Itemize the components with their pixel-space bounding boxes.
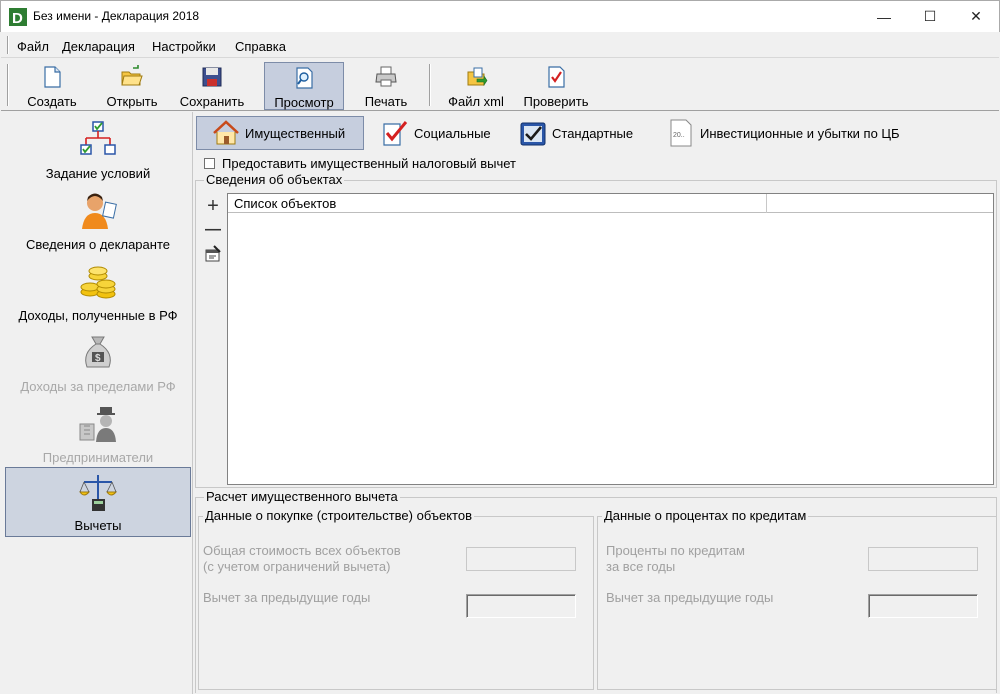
minimize-button[interactable]: — [861, 1, 907, 32]
money-bag-icon: $ [85, 336, 111, 368]
businessman-icon [79, 407, 116, 442]
interest-group-title: Данные о процентах по кредитам [602, 508, 809, 524]
interest-prev-years-label: Вычет за предыдущие годы [606, 590, 774, 605]
interest-prev-years-input[interactable] [868, 594, 978, 618]
scales-calculator-icon [79, 475, 118, 511]
sidebar-item-income-abroad-label: Доходы за пределами РФ [20, 379, 176, 394]
print-label: Печать [364, 94, 408, 109]
maximize-button[interactable]: ☐ [907, 1, 953, 32]
open-button[interactable]: Открыть [98, 62, 166, 110]
toolbar-grip [7, 64, 9, 106]
sidebar-item-conditions[interactable]: Задание условий [5, 116, 191, 186]
xml-file-button[interactable]: Файл xml [442, 62, 510, 110]
create-label: Создать [27, 94, 77, 109]
menu-bar: Файл Декларация Настройки Справка [1, 32, 999, 58]
tab-social-label: Социальные [414, 125, 491, 141]
menu-file[interactable]: Файл [17, 39, 49, 54]
title-bar: D Без имени - Декларация 2018 — ☐ ✕ [0, 0, 1000, 32]
save-label: Сохранить [179, 94, 245, 109]
interest-input[interactable] [868, 547, 978, 571]
property-deduction-checkbox[interactable] [204, 157, 215, 169]
objects-group-title: Сведения об объектах [204, 172, 345, 188]
sidebar-item-income-abroad[interactable]: $ Доходы за пределами РФ [5, 329, 191, 399]
interest-label-line1: Проценты по кредитам [606, 543, 745, 558]
sidebar-item-entrepreneurs[interactable]: Предприниматели [5, 400, 191, 470]
total-cost-label-line1: Общая стоимость всех объектов [203, 543, 401, 558]
securities-document-icon: 20.. [670, 119, 692, 147]
coins-icon [80, 266, 116, 299]
sidebar-item-declarant[interactable]: Сведения о декларанте [5, 187, 191, 257]
sidebar-item-income-rf-label: Доходы, полученные в РФ [18, 308, 178, 323]
xml-file-label: Файл xml [448, 94, 504, 109]
tab-investment[interactable]: 20.. Инвестиционные и убытки по ЦБ [666, 116, 900, 150]
total-cost-label-line2: (с учетом ограничений вычета) [203, 559, 391, 574]
svg-text:20..: 20.. [673, 132, 685, 139]
window-title: Без имени - Декларация 2018 [33, 9, 200, 23]
objects-list[interactable]: Список объектов [227, 193, 994, 485]
tab-standard[interactable]: Стандартные [518, 116, 633, 150]
person-icon [82, 193, 117, 229]
sidebar-item-deductions-label: Вычеты [74, 518, 122, 533]
objects-list-column-header[interactable]: Список объектов [228, 194, 767, 213]
property-deduction-checkbox-row[interactable]: Предоставить имущественный налоговый выч… [204, 155, 516, 171]
edit-icon [205, 245, 221, 262]
checkmark-icon [383, 121, 408, 146]
toolbar-separator [429, 64, 431, 106]
menu-settings[interactable]: Настройки [152, 39, 216, 54]
toolbar: Создать Открыть Сохранить Просмотр Печат… [1, 59, 999, 111]
tab-investment-label: Инвестиционные и убытки по ЦБ [700, 125, 900, 141]
purchase-prev-years-input[interactable] [466, 594, 576, 618]
floppy-disk-icon [202, 67, 222, 87]
sidebar-item-entrepreneurs-label: Предприниматели [42, 450, 154, 465]
remove-object-button[interactable]: — [202, 219, 224, 241]
close-button[interactable]: ✕ [953, 1, 999, 32]
create-button[interactable]: Создать [18, 62, 86, 110]
calc-group-title: Расчет имущественного вычета [204, 489, 400, 505]
preview-button[interactable]: Просмотр [264, 62, 344, 110]
edit-object-button[interactable] [202, 245, 224, 267]
conditions-tree-icon [80, 121, 116, 155]
menu-grip [7, 36, 9, 54]
check-label: Проверить [523, 94, 589, 109]
purchase-prev-years-label: Вычет за предыдущие годы [203, 590, 371, 605]
tab-property-label: Имущественный [245, 125, 346, 141]
objects-list-header: Список объектов [228, 194, 993, 213]
save-button[interactable]: Сохранить [176, 62, 248, 110]
xml-file-icon [467, 67, 488, 86]
sidebar-item-declarant-label: Сведения о декларанте [26, 237, 170, 252]
menu-help[interactable]: Справка [235, 39, 286, 54]
menu-declaration[interactable]: Декларация [62, 39, 135, 54]
print-button[interactable]: Печать [354, 62, 418, 110]
sidebar-item-income-rf[interactable]: Доходы, полученные в РФ [5, 258, 191, 328]
open-folder-icon [121, 65, 143, 86]
tab-standard-label: Стандартные [552, 125, 634, 141]
svg-text:D: D [12, 10, 23, 26]
check-button[interactable]: Проверить [518, 62, 594, 110]
new-document-icon [44, 66, 61, 88]
add-object-button[interactable]: + [202, 195, 224, 217]
sidebar-item-conditions-label: Задание условий [45, 166, 151, 181]
app-logo-icon: D [9, 8, 27, 26]
deduction-tabs: Имущественный Социальные Стандартные 20.… [194, 113, 1000, 151]
open-label: Открыть [106, 94, 158, 109]
total-cost-input[interactable] [466, 547, 576, 571]
purchase-group-title: Данные о покупке (строительстве) объекто… [203, 508, 474, 524]
standard-check-icon [520, 122, 546, 146]
interest-label-line2: за все годы [606, 559, 676, 574]
sidebar: Задание условий Сведения о декларанте До… [1, 112, 193, 694]
preview-magnifier-icon [296, 67, 313, 89]
tab-property[interactable]: Имущественный [196, 116, 364, 150]
property-deduction-checkbox-label: Предоставить имущественный налоговый выч… [222, 155, 516, 171]
house-icon [213, 120, 239, 145]
tab-social[interactable]: Социальные [380, 116, 491, 150]
check-document-icon [548, 66, 565, 88]
sidebar-item-deductions[interactable]: Вычеты [5, 467, 191, 537]
preview-label: Просмотр [274, 95, 334, 110]
svg-text:$: $ [95, 353, 101, 364]
printer-icon [375, 66, 397, 87]
